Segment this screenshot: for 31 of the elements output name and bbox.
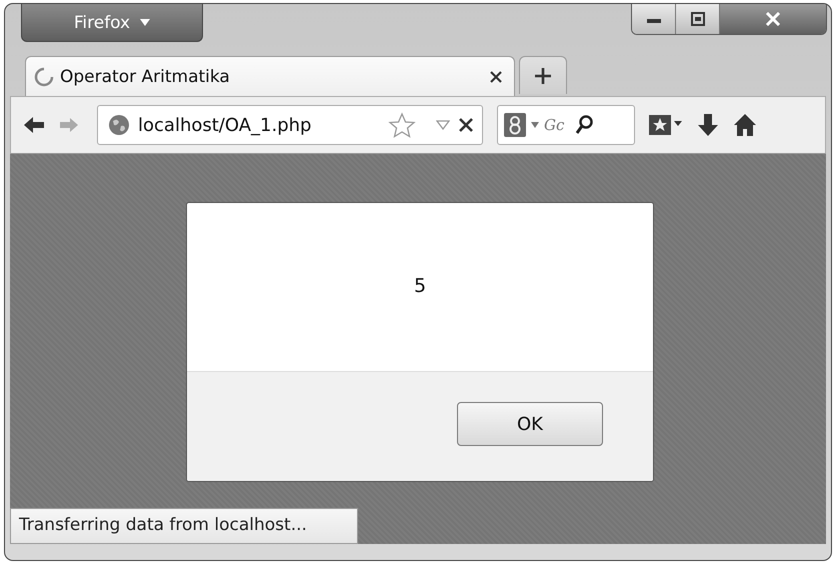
caret-icon [140,19,150,26]
ok-button[interactable]: OK [457,402,603,446]
search-field[interactable]: Gc [497,105,635,145]
close-button[interactable] [720,4,826,34]
maximize-button[interactable] [676,4,720,34]
maximize-icon [690,12,704,26]
minimize-button[interactable] [632,4,676,34]
bookmarks-icon[interactable] [649,114,683,136]
url-text: localhost/OA_1.php [138,114,312,136]
alert-message: 5 [414,275,426,299]
close-icon [765,12,781,26]
search-input[interactable]: Gc [544,116,570,134]
download-arrow-icon[interactable] [697,113,719,137]
home-icon[interactable] [733,113,757,137]
firefox-menu-button[interactable]: Firefox [21,4,203,42]
close-tab-icon[interactable] [490,70,502,82]
search-engine-icon[interactable] [504,113,526,137]
stop-icon[interactable] [458,117,474,133]
plus-icon [534,66,552,84]
search-icon[interactable] [575,115,593,135]
address-bar[interactable]: localhost/OA_1.php [97,105,483,145]
loading-icon [34,66,54,86]
tab-title: Operator Aritmatika [60,66,231,86]
globe-icon [108,114,130,136]
dropdown-arrow-icon[interactable] [436,120,450,130]
browser-tab[interactable]: Operator Aritmatika [25,56,515,96]
status-bar: Transferring data from localhost... [10,508,358,544]
new-tab-button[interactable] [519,56,567,94]
caret-icon[interactable] [531,122,539,128]
back-arrow-icon[interactable] [23,115,45,135]
star-icon[interactable] [388,112,416,138]
